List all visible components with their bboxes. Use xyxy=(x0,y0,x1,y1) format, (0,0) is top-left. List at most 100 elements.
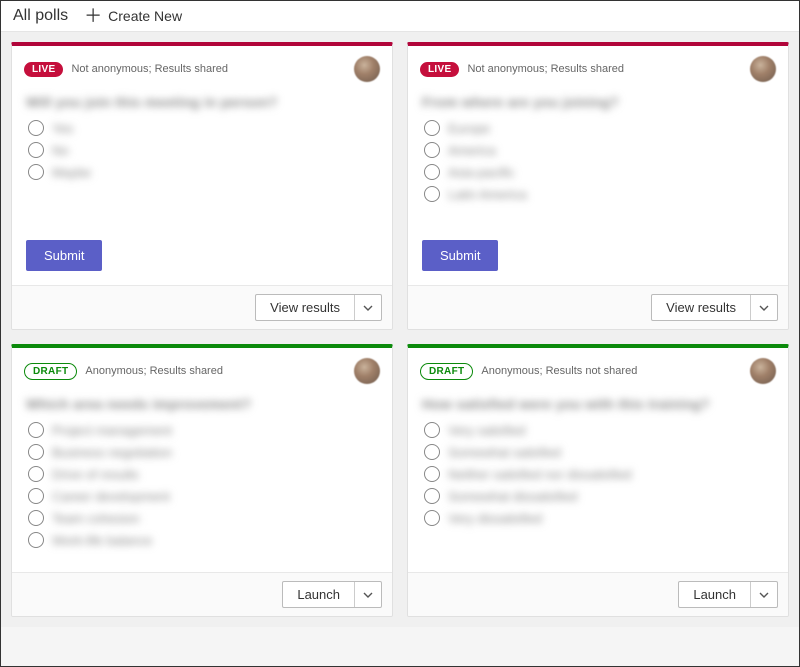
dropdown-caret[interactable] xyxy=(354,295,381,320)
poll-meta: Not anonymous; Results shared xyxy=(71,63,346,75)
card-footer: Launch xyxy=(408,572,788,616)
dropdown-caret[interactable] xyxy=(750,295,777,320)
option-label: No xyxy=(52,143,69,158)
poll-option[interactable]: Career development xyxy=(28,488,376,504)
status-badge: LIVE xyxy=(420,62,459,77)
option-label: Latin America xyxy=(448,187,527,202)
poll-option[interactable]: Somewhat satisfied xyxy=(424,444,772,460)
poll-meta: Anonymous; Results not shared xyxy=(481,365,742,377)
option-label: Very dissatisfied xyxy=(448,511,542,526)
radio-icon xyxy=(424,510,440,526)
poll-option[interactable]: Yes xyxy=(28,120,376,136)
poll-option[interactable]: Work-life balance xyxy=(28,532,376,548)
option-label: Asia-pacific xyxy=(448,165,514,180)
launch-button[interactable]: Launch xyxy=(283,582,354,607)
poll-question: From where are you joining? xyxy=(422,94,774,110)
radio-icon xyxy=(424,164,440,180)
submit-button[interactable]: Submit xyxy=(26,240,102,271)
card-footer: View results xyxy=(408,285,788,329)
option-label: Maybe xyxy=(52,165,91,180)
poll-option[interactable]: Very satisfied xyxy=(424,422,772,438)
status-badge: LIVE xyxy=(24,62,63,77)
radio-icon xyxy=(28,466,44,482)
status-badge: DRAFT xyxy=(420,363,473,380)
chevron-down-icon xyxy=(759,303,769,313)
radio-icon xyxy=(28,488,44,504)
option-label: Somewhat satisfied xyxy=(448,445,561,460)
radio-icon xyxy=(28,444,44,460)
chevron-down-icon xyxy=(363,590,373,600)
view-results-button[interactable]: View results xyxy=(652,295,750,320)
card-header: DRAFT Anonymous; Results shared xyxy=(12,348,392,390)
view-results-split-button: View results xyxy=(255,294,382,321)
view-results-button[interactable]: View results xyxy=(256,295,354,320)
poll-option[interactable]: Team cohesion xyxy=(28,510,376,526)
poll-option[interactable]: Somewhat dissatisfied xyxy=(424,488,772,504)
radio-icon xyxy=(28,120,44,136)
poll-option[interactable]: America xyxy=(424,142,772,158)
view-results-split-button: View results xyxy=(651,294,778,321)
poll-card: DRAFT Anonymous; Results not shared How … xyxy=(407,344,789,617)
launch-split-button: Launch xyxy=(678,581,778,608)
radio-icon xyxy=(424,466,440,482)
avatar[interactable] xyxy=(750,358,776,384)
poll-question: How satisfied were you with this trainin… xyxy=(422,396,774,412)
card-body: From where are you joining? Europe Ameri… xyxy=(408,88,788,240)
radio-icon xyxy=(424,488,440,504)
radio-icon xyxy=(28,422,44,438)
poll-option[interactable]: Project management xyxy=(28,422,376,438)
poll-meta: Anonymous; Results shared xyxy=(85,365,346,377)
card-header: LIVE Not anonymous; Results shared xyxy=(408,46,788,88)
radio-icon xyxy=(424,120,440,136)
avatar[interactable] xyxy=(354,56,380,82)
poll-option[interactable]: Europe xyxy=(424,120,772,136)
card-body: How satisfied were you with this trainin… xyxy=(408,390,788,572)
poll-option[interactable]: Very dissatisfied xyxy=(424,510,772,526)
radio-icon xyxy=(424,142,440,158)
submit-row: Submit xyxy=(408,240,788,285)
chevron-down-icon xyxy=(363,303,373,313)
poll-card: LIVE Not anonymous; Results shared From … xyxy=(407,42,789,330)
poll-option[interactable]: Maybe xyxy=(28,164,376,180)
card-body: Which area needs improvement? Project ma… xyxy=(12,390,392,572)
option-label: America xyxy=(448,143,496,158)
poll-option[interactable]: No xyxy=(28,142,376,158)
page-title: All polls xyxy=(13,7,68,25)
radio-icon xyxy=(424,186,440,202)
poll-option[interactable]: Asia-pacific xyxy=(424,164,772,180)
card-footer: View results xyxy=(12,285,392,329)
chevron-down-icon xyxy=(759,590,769,600)
option-label: Europe xyxy=(448,121,490,136)
poll-option[interactable]: Business negotiation xyxy=(28,444,376,460)
option-label: Project management xyxy=(52,423,172,438)
card-footer: Launch xyxy=(12,572,392,616)
avatar[interactable] xyxy=(750,56,776,82)
avatar[interactable] xyxy=(354,358,380,384)
option-label: Neither satisfied nor dissatisfied xyxy=(448,467,632,482)
option-label: Drive of results xyxy=(52,467,139,482)
poll-card: DRAFT Anonymous; Results shared Which ar… xyxy=(11,344,393,617)
poll-meta: Not anonymous; Results shared xyxy=(467,63,742,75)
option-label: Team cohesion xyxy=(52,511,139,526)
poll-option[interactable]: Drive of results xyxy=(28,466,376,482)
option-label: Very satisfied xyxy=(448,423,525,438)
card-header: LIVE Not anonymous; Results shared xyxy=(12,46,392,88)
radio-icon xyxy=(28,142,44,158)
dropdown-caret[interactable] xyxy=(750,582,777,607)
poll-question: Will you join this meeting in person? xyxy=(26,94,378,110)
plus-icon: ＋ xyxy=(84,7,102,25)
create-new-button[interactable]: ＋ Create New xyxy=(84,7,182,25)
submit-button[interactable]: Submit xyxy=(422,240,498,271)
launch-split-button: Launch xyxy=(282,581,382,608)
status-badge: DRAFT xyxy=(24,363,77,380)
poll-option[interactable]: Latin America xyxy=(424,186,772,202)
poll-card: LIVE Not anonymous; Results shared Will … xyxy=(11,42,393,330)
dropdown-caret[interactable] xyxy=(354,582,381,607)
launch-button[interactable]: Launch xyxy=(679,582,750,607)
radio-icon xyxy=(424,422,440,438)
radio-icon xyxy=(28,510,44,526)
poll-option[interactable]: Neither satisfied nor dissatisfied xyxy=(424,466,772,482)
option-label: Somewhat dissatisfied xyxy=(448,489,577,504)
radio-icon xyxy=(28,164,44,180)
radio-icon xyxy=(424,444,440,460)
